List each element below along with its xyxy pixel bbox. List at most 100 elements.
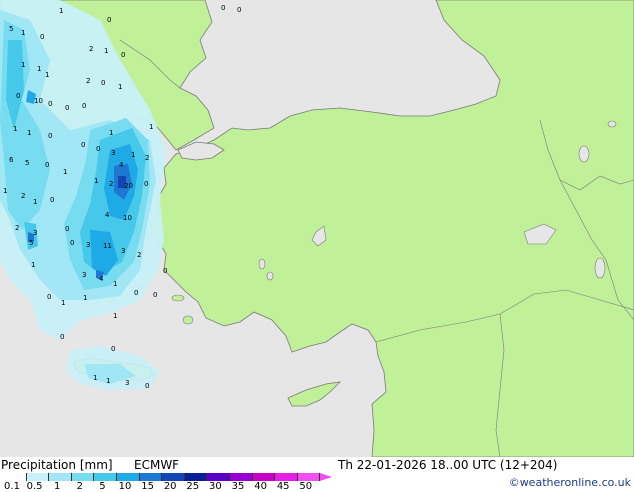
precip-label: 1 [37, 65, 41, 73]
scale-swatch [275, 473, 298, 481]
precip-label: 2 [86, 77, 90, 85]
scale-swatch [184, 473, 208, 481]
scale-tick-label: 35 [231, 481, 245, 492]
precip-label: 1 [113, 280, 117, 288]
precip-label: 1 [3, 187, 7, 195]
legend-bar: Precipitation [mm] ECMWF Th 22-01-2026 1… [0, 457, 634, 492]
precip-label: 0 [163, 267, 167, 275]
scale-swatch [94, 473, 117, 481]
precip-label: 0 [60, 333, 64, 341]
precip-label: 1 [83, 294, 87, 302]
precip-label: 0 [101, 79, 105, 87]
precip-label: 1 [13, 125, 17, 133]
precip-label: 1 [21, 61, 25, 69]
valid-datetime: Th 22-01-2026 18..00 UTC (12+204) [338, 458, 558, 472]
scale-tick-label: 45 [276, 481, 290, 492]
precip-label: 1 [45, 71, 49, 79]
scale-swatch [230, 473, 253, 481]
model-name: ECMWF [134, 458, 180, 472]
scale-swatch [252, 473, 276, 481]
precip-label: 10 [34, 97, 43, 105]
precip-label: 0 [144, 180, 148, 188]
precipitation-map: 01 0 05 1 02 1 01 112 0 1010 0 0 01 1 0 110 0 3 1 26 5 0 411 2 2… [0, 0, 634, 457]
scale-swatch [71, 473, 95, 481]
scale-tick-label: 5 [99, 481, 106, 492]
scale-tick-label: 25 [186, 481, 200, 492]
precip-label: 1 [109, 129, 113, 137]
precip-label: 10 [123, 214, 132, 222]
precip-label: 1 [21, 29, 25, 37]
precip-label: 0 [65, 225, 69, 233]
scale-tick-label: 20 [163, 481, 177, 492]
scale-tick-label: 40 [254, 481, 267, 492]
precip-label: 0 [65, 104, 69, 112]
precip-label: 2 [89, 45, 93, 53]
precip-label: 4 [99, 275, 104, 283]
precip-label: 0 [237, 6, 241, 14]
scale-swatch [4, 473, 27, 481]
precip-label: 1 [63, 168, 67, 176]
scale-swatch [117, 473, 140, 481]
precip-label: 4 [119, 161, 124, 169]
scale-tick-label: 30 [209, 481, 222, 492]
legend-title: Precipitation [mm] [1, 458, 113, 472]
precip-label: 2 [145, 154, 149, 162]
scale-swatch [139, 473, 163, 481]
precip-label: 0 [45, 161, 49, 169]
scale-swatch [162, 473, 185, 481]
precip-label: 3 [111, 149, 115, 157]
precip-label: 0 [221, 4, 225, 12]
precip-label: 0 [121, 51, 125, 59]
precip-label: 1 [59, 7, 63, 15]
scale-tick-label: 50 [299, 481, 313, 492]
precip-label: 0 [70, 239, 74, 247]
precip-label: 0 [47, 293, 51, 301]
precip-label: 0 [111, 345, 115, 353]
precip-label: 2 [15, 224, 19, 232]
precip-label: 3 [125, 379, 129, 387]
scale-tick-label: 2 [76, 481, 83, 492]
precip-label: 3 [121, 247, 125, 255]
precip-label: 6 [9, 156, 14, 164]
precip-label: 0 [107, 16, 111, 24]
precip-label: 1 [31, 261, 35, 269]
precip-label: 0 [145, 382, 149, 390]
scale-tick-label: 0.1 [4, 481, 20, 492]
precip-label: 3 [82, 271, 86, 279]
scale-swatch [297, 473, 321, 481]
scale-swatch [207, 473, 230, 481]
precip-label: 5 [9, 25, 13, 33]
precip-label: 0 [96, 145, 100, 153]
precip-label: 3 [86, 241, 90, 249]
precip-label: 1 [106, 377, 110, 385]
precip-label: 0 [153, 291, 157, 299]
precip-label: 0 [48, 132, 52, 140]
precip-label: 0 [16, 92, 20, 100]
precip-label: 2 [109, 180, 113, 188]
precip-label: 1 [93, 374, 97, 382]
precip-label: 1 [61, 299, 65, 307]
precip-label: 1 [33, 198, 37, 206]
scale-tick-label: 1 [54, 481, 61, 492]
precip-label: 0 [40, 33, 44, 41]
scale-swatch [26, 473, 50, 481]
precip-label: 1 [149, 123, 153, 131]
precip-label: 0 [134, 289, 138, 297]
precip-label: 2 [21, 192, 25, 200]
precip-label: 1 [27, 129, 31, 137]
precip-label: 2 [137, 251, 141, 259]
precip-label: 1 [94, 177, 98, 185]
scale-tick-label: 0.5 [26, 481, 43, 492]
precip-label: 0 [82, 102, 86, 110]
precip-label: 5 [25, 159, 29, 167]
scale-swatch [49, 473, 72, 481]
scale-arrow [320, 473, 333, 481]
precip-label: 1 [118, 83, 122, 91]
precip-label: 20 [124, 182, 133, 190]
precip-label: 11 [103, 242, 112, 250]
precip-label: 5 [29, 239, 33, 247]
scale-tick-label: 10 [118, 481, 132, 492]
precip-label: 0 [81, 141, 85, 149]
precip-label: 1 [113, 312, 117, 320]
precip-label: 3 [33, 229, 37, 237]
